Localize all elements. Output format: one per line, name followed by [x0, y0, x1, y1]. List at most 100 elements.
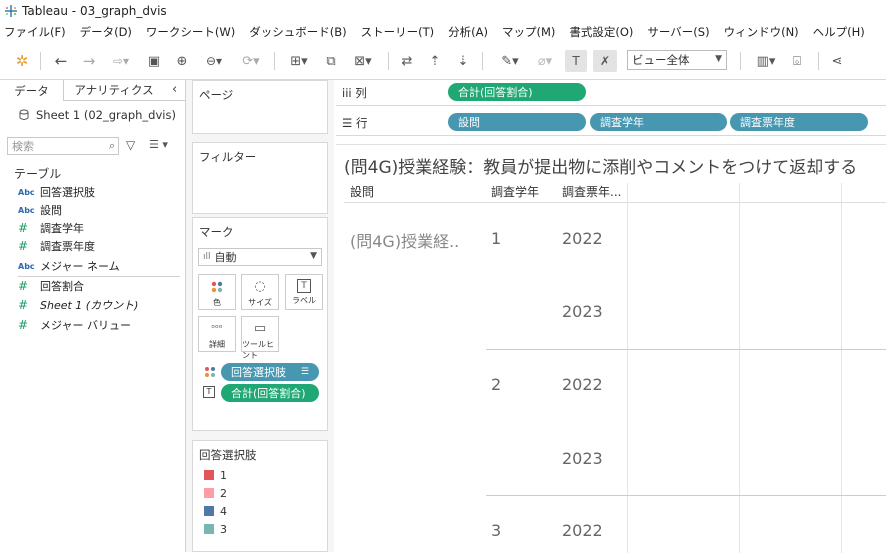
label-button[interactable]: T ラベル: [285, 274, 323, 310]
mark-type-dropdown[interactable]: ıll 自動 ▼: [198, 248, 322, 266]
tab-data[interactable]: データ: [0, 80, 64, 101]
header-year[interactable]: 調査票年...: [562, 183, 621, 200]
field-label: 調査学年: [40, 222, 84, 235]
menu-file[interactable]: ファイル(F): [4, 24, 66, 40]
mark-pill-label[interactable]: 合計(回答割合): [221, 384, 319, 402]
pill-label: 調査学年: [600, 116, 644, 129]
save-icon[interactable]: ▣: [144, 50, 164, 72]
highlight-icon[interactable]: ✎▾: [494, 50, 526, 72]
menu-window[interactable]: ウィンドウ(N): [724, 24, 799, 40]
field-item[interactable]: # メジャー バリュー: [18, 316, 131, 334]
worksheet-view: (問4G)授業経験：教員が提出物に添削やコメントをつけて返却する 設問 調査学年…: [336, 144, 886, 553]
label-label: ラベル: [292, 296, 316, 305]
menu-map[interactable]: マップ(M): [502, 24, 555, 40]
duplicate-sheet-icon[interactable]: ⧉: [320, 50, 342, 72]
forward-icon[interactable]: →: [78, 50, 100, 72]
presentation-mode-icon[interactable]: ⌺: [786, 50, 808, 72]
year-cell[interactable]: 2022: [562, 521, 603, 540]
menu-data[interactable]: データ(D): [80, 24, 132, 40]
field-item[interactable]: # 調査学年: [18, 219, 84, 237]
row-pill[interactable]: 設問: [448, 113, 586, 131]
legend-swatch: [204, 488, 214, 498]
year-cell[interactable]: 2023: [562, 449, 603, 468]
column-pill[interactable]: 合計(回答割合): [448, 83, 586, 101]
field-search-input[interactable]: 検索 ⌕: [7, 137, 119, 155]
chevron-down-icon: ▼: [310, 251, 317, 261]
new-sheet-icon[interactable]: ⊞▾: [282, 50, 316, 72]
marks-label: マーク: [199, 225, 234, 239]
legend-item[interactable]: 3: [204, 521, 227, 537]
group-members-icon[interactable]: ⌀▾: [530, 50, 560, 72]
field-item[interactable]: Abc 回答選択肢: [18, 183, 95, 201]
tooltip-button[interactable]: ▭ ツールヒント: [241, 316, 279, 360]
year-cell[interactable]: 2023: [562, 302, 603, 321]
legend-item[interactable]: 2: [204, 485, 227, 501]
color-button[interactable]: 色: [198, 274, 236, 310]
year-cell[interactable]: 2022: [562, 375, 603, 394]
label-icon: T: [297, 279, 311, 293]
fix-axes-icon[interactable]: ✗: [593, 50, 617, 72]
view-options-icon[interactable]: ☰ ▾: [149, 138, 168, 151]
refresh-icon[interactable]: ⟳▾: [236, 50, 266, 72]
menu-format[interactable]: 書式設定(O): [569, 24, 633, 40]
menu-story[interactable]: ストーリー(T): [361, 24, 435, 40]
filter-icon[interactable]: ▽: [126, 138, 135, 152]
tableau-logo-icon: [5, 5, 17, 17]
clear-sheet-icon[interactable]: ⊠▾: [346, 50, 380, 72]
field-item[interactable]: # 調査票年度: [18, 237, 95, 255]
menu-dashboard[interactable]: ダッシュボード(B): [249, 24, 346, 40]
filters-shelf[interactable]: フィルター: [192, 142, 328, 214]
redo-dropdown-icon[interactable]: ⇨▾: [106, 50, 136, 72]
legend-item[interactable]: 1: [204, 467, 227, 483]
row-pill[interactable]: 調査票年度: [730, 113, 868, 131]
tableau-home-icon[interactable]: ✲: [12, 50, 32, 72]
columns-icon: iii: [342, 86, 356, 100]
pause-updates-icon[interactable]: ⊖▾: [198, 50, 230, 72]
swap-rows-columns-icon[interactable]: ⇄: [396, 50, 418, 72]
share-icon[interactable]: ⋖: [826, 50, 848, 72]
tab-analytics[interactable]: アナリティクス: [64, 80, 164, 101]
detail-button[interactable]: ᵒᵒᵒ 詳細: [198, 316, 236, 352]
detail-icon: ᵒᵒᵒ: [211, 324, 223, 334]
number-type-icon: #: [18, 318, 29, 332]
rows-shelf[interactable]: ☰ 行 設問 調査学年 調査票年度: [336, 110, 886, 136]
string-type-icon: Abc: [18, 205, 35, 215]
field-item[interactable]: Abc 設問: [18, 201, 62, 219]
menu-help[interactable]: ヘルプ(H): [813, 24, 865, 40]
label-field-icon: T: [203, 386, 215, 398]
legend-item[interactable]: 4: [204, 503, 227, 519]
sort-ascending-icon[interactable]: ⇡: [424, 50, 446, 72]
header-grade[interactable]: 調査学年: [491, 183, 539, 200]
fit-dropdown[interactable]: ビュー全体 ▼: [627, 50, 727, 70]
menu-analysis[interactable]: 分析(A): [448, 24, 488, 40]
color-legend: 回答選択肢 1 2 4 3: [192, 440, 328, 552]
grade-cell[interactable]: 2: [491, 375, 501, 394]
grid-line: [627, 183, 628, 553]
year-cell[interactable]: 2022: [562, 229, 603, 248]
columns-shelf[interactable]: iii 列 合計(回答割合): [336, 80, 886, 106]
string-type-icon: Abc: [18, 187, 35, 197]
size-button[interactable]: ◌ サイズ: [241, 274, 279, 310]
field-item[interactable]: # 回答割合: [18, 277, 84, 295]
grade-cell[interactable]: 1: [491, 229, 501, 248]
header-question[interactable]: 設問: [350, 183, 374, 200]
menu-server[interactable]: サーバー(S): [647, 24, 709, 40]
menu-worksheet[interactable]: ワークシート(W): [146, 24, 235, 40]
collapse-pane-icon[interactable]: ‹: [172, 82, 177, 97]
show-mark-labels-icon[interactable]: T: [565, 50, 587, 72]
shelf-column: ページ フィルター マーク ıll 自動 ▼ 色 ◌ サイズ T ラベル ᵒᵒᵒ…: [186, 80, 334, 552]
back-icon[interactable]: ←: [50, 50, 72, 72]
field-item[interactable]: # Sheet 1 (カウント): [18, 296, 138, 314]
show-me-icon[interactable]: ▥▾: [750, 50, 782, 72]
field-item[interactable]: Abc メジャー ネーム: [18, 257, 120, 275]
question-cell[interactable]: (問4G)授業経..: [350, 228, 459, 252]
pages-shelf[interactable]: ページ: [192, 80, 328, 134]
sort-descending-icon[interactable]: ⇣: [452, 50, 474, 72]
mark-pill-color[interactable]: 回答選択肢 ☰: [221, 363, 319, 381]
new-datasource-icon[interactable]: ⊕: [172, 50, 192, 72]
legend-swatch: [204, 524, 214, 534]
row-pill[interactable]: 調査学年: [590, 113, 727, 131]
string-type-icon: Abc: [18, 261, 35, 271]
data-source-item[interactable]: Sheet 1 (02_graph_dvis): [18, 108, 176, 122]
grade-cell[interactable]: 3: [491, 521, 501, 540]
